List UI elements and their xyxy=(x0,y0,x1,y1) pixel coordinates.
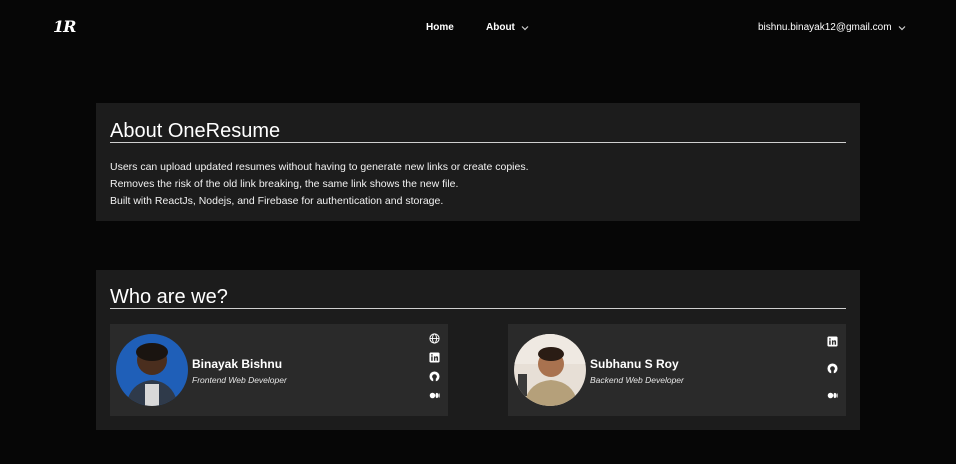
github-icon[interactable] xyxy=(429,371,440,382)
user-menu[interactable]: bishnu.binayak12@gmail.com xyxy=(758,22,907,33)
chevron-down-icon xyxy=(897,23,907,33)
chevron-down-icon xyxy=(520,23,530,33)
member-name: Subhanu S Roy xyxy=(590,357,679,371)
about-description: Users can upload updated resumes without… xyxy=(110,159,529,210)
member-card: Subhanu S Roy Backend Web Developer xyxy=(508,324,846,416)
nav-home-link[interactable]: Home xyxy=(426,22,454,33)
nav-home-label: Home xyxy=(426,22,454,33)
about-line: Built with ReactJs, Nodejs, and Firebase… xyxy=(110,195,444,207)
member-name: Binayak Bishnu xyxy=(192,357,283,371)
avatar xyxy=(514,334,586,406)
social-links xyxy=(827,336,838,401)
team-title: Who are we? xyxy=(110,286,228,308)
navbar: 1R Home About bishnu.binayak12@gmail.com xyxy=(0,0,956,56)
avatar xyxy=(116,334,188,406)
about-title: About OneResume xyxy=(110,120,281,142)
social-links xyxy=(429,333,440,401)
about-line: Removes the risk of the old link breakin… xyxy=(110,178,459,190)
github-icon[interactable] xyxy=(827,363,838,374)
nav-about-label: About xyxy=(486,22,515,33)
globe-icon[interactable] xyxy=(429,333,440,344)
member-role: Frontend Web Developer xyxy=(192,375,287,385)
member-role: Backend Web Developer xyxy=(590,375,684,385)
linkedin-icon[interactable] xyxy=(429,352,440,363)
member-card: Binayak Bishnu Frontend Web Developer xyxy=(110,324,448,416)
team-card: Who are we? Binayak Bishnu Frontend Web … xyxy=(96,270,860,430)
divider xyxy=(110,142,846,143)
logo[interactable]: 1R xyxy=(53,17,76,36)
medium-icon[interactable] xyxy=(429,390,440,401)
about-card: About OneResume Users can upload updated… xyxy=(96,103,860,221)
nav-about-dropdown[interactable]: About xyxy=(486,22,530,33)
linkedin-icon[interactable] xyxy=(827,336,838,347)
divider xyxy=(110,308,846,309)
user-email: bishnu.binayak12@gmail.com xyxy=(758,22,892,33)
about-line: Users can upload updated resumes without… xyxy=(110,161,529,173)
medium-icon[interactable] xyxy=(827,390,838,401)
